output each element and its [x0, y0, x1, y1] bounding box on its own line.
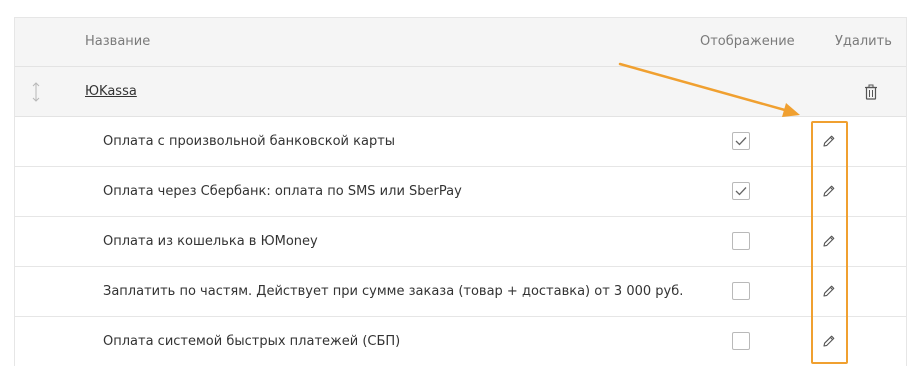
pencil-icon[interactable] [822, 233, 836, 247]
pencil-icon[interactable] [822, 133, 836, 147]
payment-method-label: Оплата через Сбербанк: оплата по SMS или… [103, 184, 462, 199]
payment-methods-table: Название Отображение Удалить ЮKassa Опла… [14, 17, 907, 367]
payment-method-row: Оплата с произвольной банковской карты [15, 117, 906, 167]
display-checkbox[interactable] [732, 182, 750, 200]
payment-method-row: Заплатить по частям. Действует при сумме… [15, 267, 906, 317]
column-header-display: Отображение [700, 34, 795, 49]
pencil-icon[interactable] [822, 283, 836, 297]
payment-method-label: Оплата системой быстрых платежей (СБП) [103, 334, 401, 349]
payment-method-label: Оплата с произвольной банковской карты [103, 134, 396, 149]
display-checkbox[interactable] [732, 132, 750, 150]
pencil-icon[interactable] [822, 183, 836, 197]
pencil-icon[interactable] [822, 333, 836, 347]
payment-method-row: Оплата через Сбербанк: оплата по SMS или… [15, 167, 906, 217]
payment-method-row: Оплата системой быстрых платежей (СБП) [15, 317, 906, 367]
display-checkbox[interactable] [732, 332, 750, 350]
payment-method-label: Заплатить по частям. Действует при сумме… [103, 284, 684, 299]
checkmark-icon [735, 187, 747, 196]
checkmark-icon [735, 137, 747, 146]
drag-handle-icon[interactable] [29, 81, 43, 103]
column-header-name: Название [85, 34, 151, 49]
table-header: Название Отображение Удалить [15, 18, 906, 67]
display-checkbox[interactable] [732, 232, 750, 250]
column-header-delete: Удалить [835, 34, 892, 49]
group-name-link[interactable]: ЮKassa [85, 83, 137, 100]
payment-method-label: Оплата из кошелька в ЮMoney [103, 234, 318, 249]
trash-icon[interactable] [864, 84, 878, 100]
display-checkbox[interactable] [732, 282, 750, 300]
payment-method-row: Оплата из кошелька в ЮMoney [15, 217, 906, 267]
payment-group-row: ЮKassa [15, 67, 906, 117]
